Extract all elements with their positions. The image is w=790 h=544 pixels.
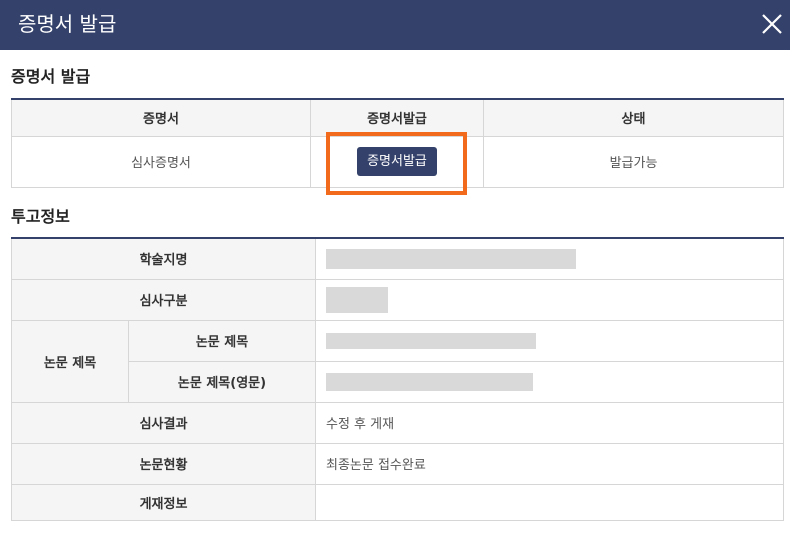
label-paper-title: 논문 제목: [11, 319, 129, 403]
table-row: 게재정보: [11, 483, 784, 521]
label-paper-title-en: 논문 제목(영문): [128, 360, 316, 403]
issue-certificate-button[interactable]: 증명서발급: [357, 147, 437, 176]
label-journal: 학술지명: [11, 237, 316, 280]
certificate-name: 심사증명서: [11, 135, 311, 188]
certificate-status: 발급가능: [483, 135, 784, 188]
submission-info-table: 학술지명 심사구분 논문 제목 논문 제목 논문 제목(영문) 심사결과 수정 …: [11, 237, 784, 521]
label-paper-status: 논문현황: [11, 442, 316, 485]
value-paper-title-en: [315, 360, 784, 403]
redacted-paper-title-kr: [326, 332, 536, 349]
table-row: 심사결과 수정 후 게재: [11, 401, 784, 444]
header-certificate: 증명서: [11, 99, 311, 137]
value-review-type: [315, 278, 784, 321]
value-paper-title-kr: [315, 319, 784, 362]
label-paper-title-kr: 논문 제목: [128, 319, 316, 362]
issue-cell: 증명서발급: [310, 135, 484, 188]
close-icon[interactable]: [760, 12, 784, 36]
table-row: 학술지명: [11, 237, 784, 280]
header-status: 상태: [483, 99, 784, 137]
value-paper-status: 최종논문 접수완료: [315, 442, 784, 485]
label-review-result: 심사결과: [11, 401, 316, 444]
header-issue: 증명서발급: [310, 99, 484, 137]
value-journal: [315, 237, 784, 280]
dialog-title: 증명서 발급: [18, 12, 117, 36]
table-row: 논문 제목 논문 제목: [11, 319, 784, 403]
value-review-result: 수정 후 게재: [315, 401, 784, 444]
table-row: 심사증명서 증명서발급 발급가능: [11, 135, 784, 188]
certificate-section-title: 증명서 발급: [11, 67, 91, 86]
redacted-paper-title-en: [326, 372, 533, 391]
value-publication-info: [315, 483, 784, 521]
label-publication-info: 게재정보: [11, 483, 316, 521]
table-row: 논문현황 최종논문 접수완료: [11, 442, 784, 485]
table-row: 심사구분: [11, 278, 784, 321]
label-review-type: 심사구분: [11, 278, 316, 321]
redacted-review-type: [326, 286, 388, 313]
certificate-table: 증명서 증명서발급 상태 심사증명서 증명서발급 발급가능: [11, 98, 784, 188]
table-header-row: 증명서 증명서발급 상태: [11, 99, 784, 137]
redacted-journal: [326, 248, 576, 269]
submission-section-title: 투고정보: [11, 207, 70, 226]
dialog-header: 증명서 발급: [0, 0, 790, 50]
